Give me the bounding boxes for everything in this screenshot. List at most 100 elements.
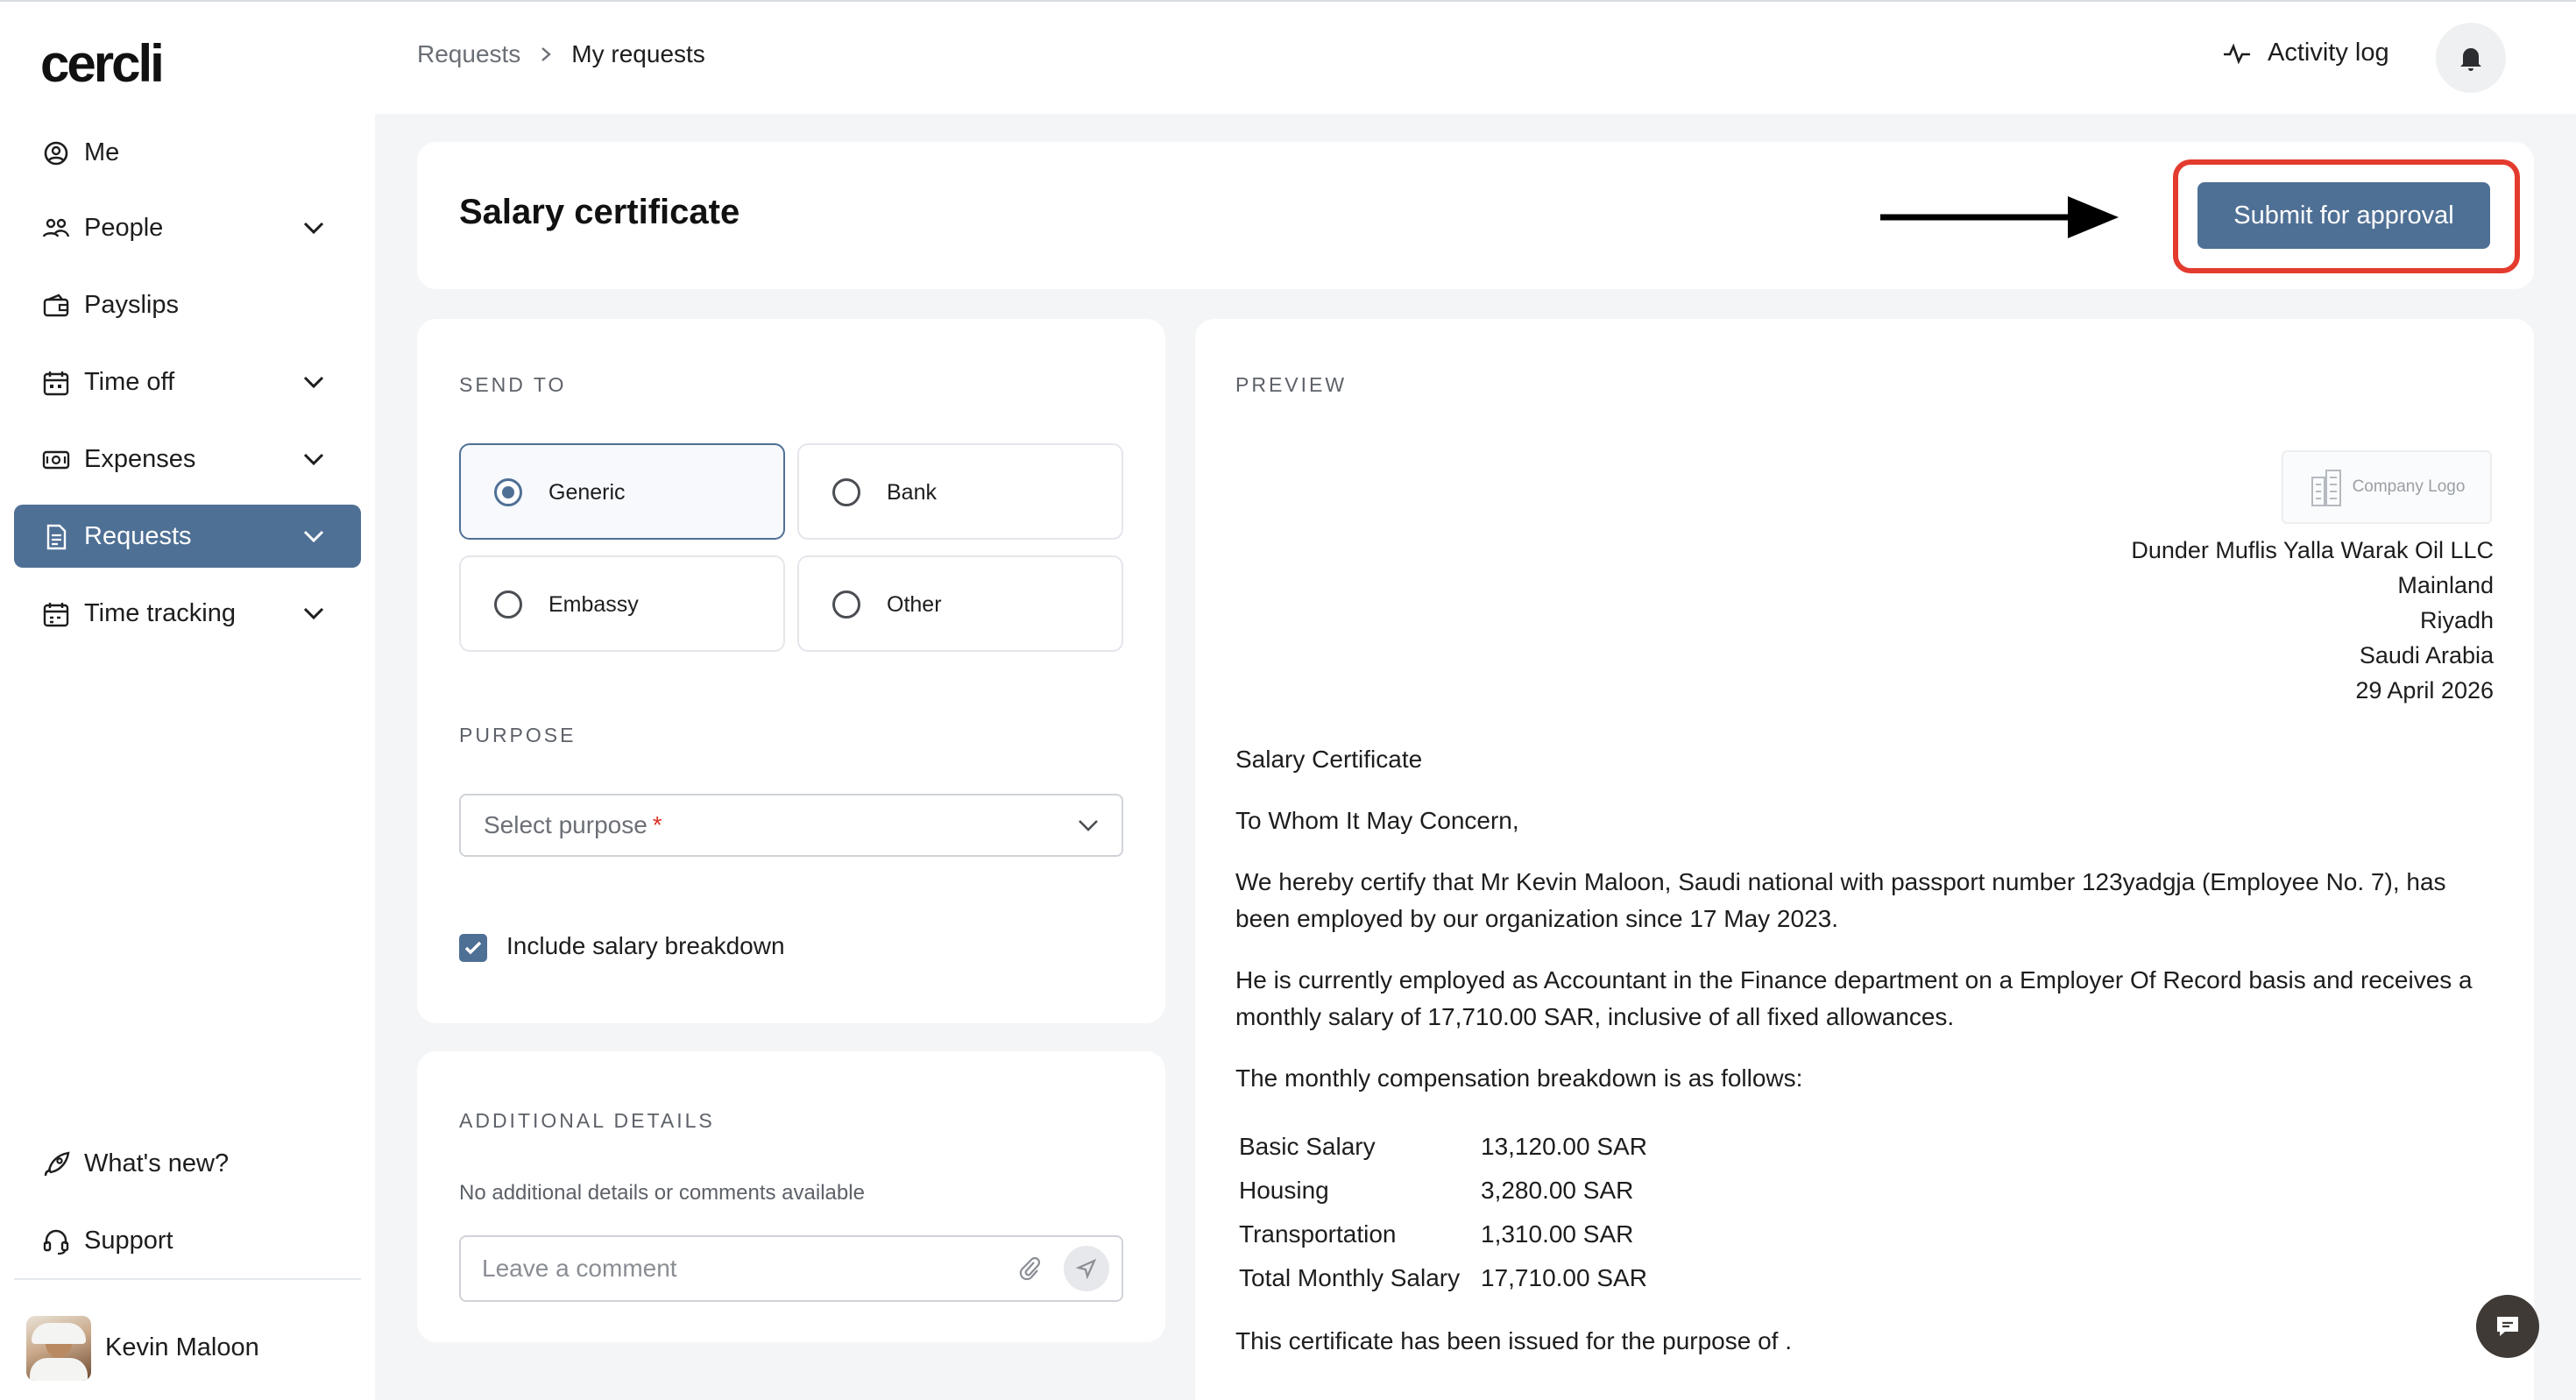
- table-row: Transportation 1,310.00 SAR: [1239, 1220, 1634, 1248]
- additional-details-card: ADDITIONAL DETAILS No additional details…: [417, 1051, 1165, 1342]
- chevron-right-icon: [541, 47, 552, 61]
- send-icon: [1076, 1258, 1097, 1279]
- sidebar-item-support[interactable]: Support: [14, 1209, 361, 1272]
- page-title: Salary certificate: [459, 193, 740, 231]
- user-name[interactable]: Kevin Maloon: [105, 1333, 259, 1362]
- sidebar-item-label: What's new?: [84, 1149, 230, 1177]
- chevron-down-icon[interactable]: [301, 449, 326, 470]
- rocket-icon: [44, 1151, 70, 1177]
- activity-log-label: Activity log: [2268, 39, 2389, 67]
- sidebar-item-time-off[interactable]: Time off: [14, 350, 361, 414]
- sidebar-item-label: Time off: [84, 367, 175, 396]
- paperclip-icon[interactable]: [1018, 1255, 1041, 1283]
- chat-button[interactable]: [2476, 1295, 2539, 1358]
- cash-icon: [42, 450, 70, 470]
- radio-dot[interactable]: [832, 478, 860, 506]
- send-to-card: SEND TO Generic Bank Embassy Other PURPO…: [417, 319, 1165, 1023]
- calendar-clock-icon: [43, 603, 69, 627]
- radio-dot[interactable]: [494, 590, 522, 619]
- chevron-down-icon[interactable]: [301, 371, 326, 392]
- bell-icon: [2460, 48, 2481, 71]
- radio-bank[interactable]: Bank: [797, 443, 1123, 540]
- people-icon: [42, 218, 70, 237]
- certificate-paragraph-3: The monthly compensation breakdown is as…: [1235, 1064, 1803, 1092]
- breadcrumb: Requests My requests: [417, 40, 705, 68]
- certificate-paragraph-1: We hereby certify that Mr Kevin Maloon, …: [1235, 868, 2446, 932]
- salary-breakdown-table: Basic Salary 13,120.00 SAR Housing 3,280.0…: [1239, 1125, 1647, 1300]
- sidebar-item-label: Support: [84, 1226, 173, 1255]
- chevron-down-icon[interactable]: [1076, 815, 1100, 836]
- sidebar-item-whats-new[interactable]: What's new?: [14, 1132, 361, 1195]
- preview-card: PREVIEW Company Logo Dunder Muflis Yalla…: [1195, 319, 2534, 1400]
- radio-label: Generic: [548, 480, 626, 505]
- chevron-down-icon[interactable]: [301, 217, 326, 238]
- app-logo[interactable]: cercli: [40, 33, 165, 94]
- sidebar-item-label: Time tracking: [84, 598, 236, 627]
- checkmark-icon: [464, 941, 482, 955]
- certificate-salutation: To Whom It May Concern,: [1235, 807, 1519, 834]
- company-name: Dunder Muflis Yalla Warak Oil LLC: [2131, 537, 2494, 563]
- comment-box: [459, 1235, 1123, 1302]
- breadcrumb-requests[interactable]: Requests: [417, 40, 520, 68]
- breadcrumb-my-requests: My requests: [571, 40, 705, 67]
- activity-log-button[interactable]: Activity log: [2222, 39, 2389, 67]
- preview-label: PREVIEW: [1235, 373, 1348, 396]
- submit-for-approval-button[interactable]: Submit for approval: [2197, 182, 2490, 249]
- chevron-down-icon[interactable]: [301, 603, 326, 624]
- headset-icon: [43, 1229, 69, 1255]
- certificate-paragraph-2: He is currently employed as Accountant i…: [1235, 966, 2473, 1030]
- sidebar-item-label: Payslips: [84, 290, 179, 319]
- additional-details-label: ADDITIONAL DETAILS: [459, 1109, 715, 1132]
- table-row: Housing 3,280.00 SAR: [1239, 1177, 1634, 1204]
- radio-label: Other: [887, 592, 942, 617]
- purpose-select[interactable]: Select purpose *: [459, 794, 1123, 857]
- company-logo-placeholder: Company Logo: [2282, 450, 2492, 524]
- required-mark: *: [652, 811, 662, 838]
- wallet-icon: [43, 293, 69, 317]
- company-country: Saudi Arabia: [2359, 642, 2494, 668]
- sidebar-item-label: People: [84, 213, 164, 242]
- sidebar-item-payslips[interactable]: Payslips: [14, 273, 361, 336]
- company-region: Mainland: [2397, 572, 2494, 598]
- company-address: Dunder Muflis Yalla Warak Oil LLC Mainla…: [2131, 533, 2494, 708]
- comment-input[interactable]: [482, 1251, 990, 1286]
- radio-dot[interactable]: [494, 478, 522, 506]
- avatar[interactable]: [26, 1316, 91, 1381]
- table-row: Total Monthly Salary 17,710.00 SAR: [1239, 1264, 1647, 1291]
- certificate-paragraph-4: This certificate has been issued for the…: [1235, 1327, 1793, 1354]
- no-details-text: No additional details or comments availa…: [459, 1181, 865, 1205]
- calendar-icon: [43, 371, 69, 396]
- chat-icon: [2497, 1317, 2518, 1336]
- include-breakdown-checkbox[interactable]: [459, 934, 487, 962]
- sidebar-item-label: Expenses: [84, 444, 196, 473]
- table-row: Basic Salary 13,120.00 SAR: [1239, 1133, 1647, 1160]
- company-city: Riyadh: [2419, 607, 2494, 633]
- document-icon: [46, 524, 67, 550]
- activity-icon: [2224, 42, 2250, 64]
- radio-dot[interactable]: [832, 590, 860, 619]
- arrow-right-icon: [1880, 196, 2119, 238]
- purpose-placeholder: Select purpose: [484, 811, 648, 838]
- send-comment-button[interactable]: [1064, 1246, 1109, 1291]
- sidebar-item-label: Me: [84, 138, 120, 166]
- sidebar-item-expenses[interactable]: Expenses: [14, 428, 361, 491]
- purpose-label: PURPOSE: [459, 724, 577, 746]
- sidebar: cercli Me People Payslips Time off Expen…: [0, 2, 375, 1400]
- radio-embassy[interactable]: Embassy: [459, 555, 785, 652]
- top-border: [0, 0, 2576, 2]
- radio-generic[interactable]: Generic: [459, 443, 785, 540]
- sidebar-item-requests[interactable]: Requests: [14, 505, 361, 568]
- company-logo-text: Company Logo: [2352, 477, 2466, 496]
- sidebar-item-time-tracking[interactable]: Time tracking: [14, 582, 361, 645]
- sidebar-item-label: Requests: [84, 521, 192, 550]
- notifications-button[interactable]: [2436, 23, 2506, 93]
- certificate-heading: Salary Certificate: [1235, 746, 1423, 773]
- radio-other[interactable]: Other: [797, 555, 1123, 652]
- include-breakdown-label[interactable]: Include salary breakdown: [506, 932, 785, 960]
- sidebar-item-me[interactable]: Me: [14, 121, 361, 184]
- sidebar-item-people[interactable]: People: [14, 196, 361, 259]
- chevron-down-icon[interactable]: [301, 526, 326, 547]
- radio-label: Embassy: [548, 592, 639, 617]
- building-icon: [2311, 470, 2341, 506]
- send-to-label: SEND TO: [459, 373, 567, 396]
